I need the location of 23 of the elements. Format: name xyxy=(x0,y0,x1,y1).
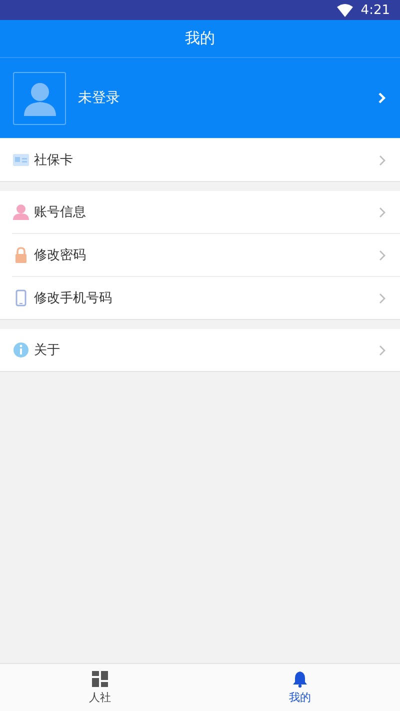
person-icon xyxy=(12,203,30,221)
card-icon xyxy=(12,151,30,169)
bell-icon xyxy=(291,670,309,688)
chevron-right-icon xyxy=(379,206,386,218)
chevron-right-icon xyxy=(379,344,386,356)
info-icon xyxy=(12,341,30,359)
menu-item[interactable]: 修改手机号码 xyxy=(12,276,400,319)
chevron-right-icon xyxy=(379,292,386,304)
login-status: 未登录 xyxy=(78,89,121,107)
chevron-right-icon xyxy=(378,92,386,104)
wifi-icon xyxy=(336,4,353,16)
nav-tab[interactable]: 人社 xyxy=(0,664,200,711)
menu-item[interactable]: 账号信息 xyxy=(0,191,400,233)
menu-item[interactable]: 社保卡 xyxy=(0,139,400,181)
page-title: 我的 xyxy=(185,29,215,48)
grid-icon xyxy=(91,670,109,688)
chevron-right-icon xyxy=(379,154,386,166)
menu-item[interactable]: 关于 xyxy=(0,329,400,371)
status-time: 4:21 xyxy=(360,2,390,18)
chevron-right-icon xyxy=(379,250,386,260)
menu-item[interactable]: 修改密码 xyxy=(12,233,400,276)
nav-tab[interactable]: 我的 xyxy=(200,664,400,711)
profile-row[interactable]: 未登录 xyxy=(0,58,400,138)
